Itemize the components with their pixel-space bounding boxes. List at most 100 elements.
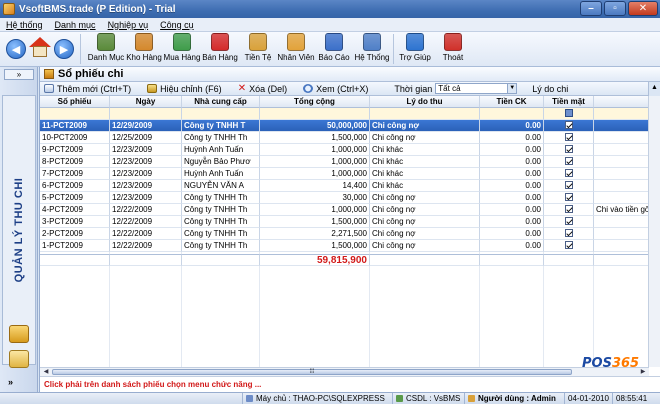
cell-date[interactable]: 12/25/2009 bbox=[110, 132, 182, 144]
cell-date[interactable]: 12/29/2009 bbox=[110, 120, 182, 132]
cell-total[interactable]: 1,500,000 bbox=[260, 240, 370, 252]
cell-voucher-no[interactable]: 4-PCT2009 bbox=[40, 204, 110, 216]
cell-cash[interactable] bbox=[544, 192, 594, 204]
filter-cell[interactable] bbox=[544, 108, 594, 120]
home-icon[interactable] bbox=[29, 37, 51, 59]
col-header-cash[interactable]: Tiền mặt bbox=[544, 96, 594, 108]
cash-checkbox[interactable] bbox=[564, 229, 573, 238]
cell-total[interactable]: 50,000,000 bbox=[260, 120, 370, 132]
col-header-total[interactable]: Tổng cộng bbox=[260, 96, 370, 108]
cell-supplier[interactable]: Nguyễn Bảo Phươ bbox=[182, 156, 260, 168]
cash-checkbox[interactable] bbox=[564, 205, 573, 214]
cell-total[interactable]: 30,000 bbox=[260, 192, 370, 204]
toolbar-button-report[interactable]: Báo Cáo bbox=[315, 32, 353, 66]
cell-cash[interactable] bbox=[544, 216, 594, 228]
cell-transfer[interactable]: 0.00 bbox=[480, 168, 544, 180]
sidebar-expand-button[interactable]: » bbox=[8, 377, 13, 387]
chevron-down-icon[interactable]: ▼ bbox=[507, 84, 517, 93]
cell-cash[interactable] bbox=[544, 228, 594, 240]
cell-note[interactable] bbox=[594, 144, 649, 156]
cell-note[interactable] bbox=[594, 120, 649, 132]
toolbar-button-help[interactable]: Trợ Giúp bbox=[396, 32, 434, 66]
new-button[interactable]: Thêm mới (Ctrl+T) bbox=[44, 84, 131, 94]
cell-transfer[interactable]: 0.00 bbox=[480, 216, 544, 228]
cell-date[interactable]: 12/23/2009 bbox=[110, 156, 182, 168]
toolbar-button-catalog[interactable]: Danh Mục bbox=[87, 32, 125, 66]
cell-note[interactable] bbox=[594, 228, 649, 240]
cell-supplier[interactable]: Huỳnh Anh Tuấn bbox=[182, 144, 260, 156]
cell-voucher-no[interactable]: 3-PCT2009 bbox=[40, 216, 110, 228]
cash-checkbox[interactable] bbox=[564, 241, 573, 250]
sidebar-toggle-button[interactable]: » bbox=[4, 69, 34, 80]
cell-voucher-no[interactable]: 8-PCT2009 bbox=[40, 156, 110, 168]
cell-supplier[interactable]: Công ty TNHH Th bbox=[182, 228, 260, 240]
cash-checkbox[interactable] bbox=[564, 145, 573, 154]
cell-reason[interactable]: Chi công nợ bbox=[370, 216, 480, 228]
menu-catalog[interactable]: Danh mục bbox=[55, 20, 96, 30]
col-header-date[interactable]: Ngày bbox=[110, 96, 182, 108]
cell-transfer[interactable]: 0.00 bbox=[480, 144, 544, 156]
cell-voucher-no[interactable]: 2-PCT2009 bbox=[40, 228, 110, 240]
scroll-up-arrow-icon[interactable]: ▲ bbox=[648, 82, 660, 96]
cell-note[interactable] bbox=[594, 240, 649, 252]
cell-cash[interactable] bbox=[544, 180, 594, 192]
close-button[interactable]: ✕ bbox=[628, 1, 658, 16]
back-arrow-icon[interactable]: ◀ bbox=[6, 39, 26, 59]
cell-cash[interactable] bbox=[544, 168, 594, 180]
cell-note[interactable] bbox=[594, 216, 649, 228]
scroll-left-arrow-icon[interactable]: ◀ bbox=[41, 368, 51, 376]
cash-checkbox[interactable] bbox=[564, 157, 573, 166]
cell-supplier[interactable]: Công ty TNHH Th bbox=[182, 216, 260, 228]
cell-cash[interactable] bbox=[544, 240, 594, 252]
view-button[interactable]: Xem (Ctrl+X) bbox=[303, 84, 368, 94]
cell-date[interactable]: 12/22/2009 bbox=[110, 216, 182, 228]
forward-arrow-icon[interactable]: ▶ bbox=[54, 39, 74, 59]
menu-system[interactable]: Hệ thống bbox=[6, 20, 43, 30]
table-row[interactable]: 1-PCT2009 12/22/2009 Công ty TNHH Th 1,500,… bbox=[40, 240, 649, 252]
cell-transfer[interactable]: 0.00 bbox=[480, 240, 544, 252]
cell-supplier[interactable]: Công ty TNHH Th bbox=[182, 204, 260, 216]
cell-supplier[interactable]: NGUYỄN VĂN A bbox=[182, 180, 260, 192]
filter-cell[interactable] bbox=[260, 108, 370, 120]
cell-reason[interactable]: Chi khác bbox=[370, 168, 480, 180]
cash-checkbox[interactable] bbox=[564, 169, 573, 178]
cash-checkbox[interactable] bbox=[564, 217, 573, 226]
toolbar-button-purchase[interactable]: Mua Hàng bbox=[163, 32, 201, 66]
cell-transfer[interactable]: 0.00 bbox=[480, 156, 544, 168]
cash-receipt-icon[interactable] bbox=[9, 325, 29, 343]
filter-cell[interactable] bbox=[594, 108, 649, 120]
cell-supplier[interactable]: Công ty TNHH Th bbox=[182, 192, 260, 204]
cell-note[interactable] bbox=[594, 192, 649, 204]
cell-date[interactable]: 12/22/2009 bbox=[110, 240, 182, 252]
cell-reason[interactable]: Chi khác bbox=[370, 144, 480, 156]
cell-reason[interactable]: Chi công nợ bbox=[370, 120, 480, 132]
toolbar-button-sales[interactable]: Bán Hàng bbox=[201, 32, 239, 66]
money-bag-icon[interactable] bbox=[9, 350, 29, 368]
cell-supplier[interactable]: Công ty TNHH Th bbox=[182, 132, 260, 144]
table-row[interactable]: 6-PCT2009 12/23/2009 NGUYỄN VĂN A 14,400 Chi… bbox=[40, 180, 649, 192]
menu-tools[interactable]: Công cụ bbox=[160, 20, 194, 30]
cell-note[interactable] bbox=[594, 168, 649, 180]
toolbar-button-system[interactable]: Hệ Thống bbox=[353, 32, 391, 66]
col-header-transfer[interactable]: Tiền CK bbox=[480, 96, 544, 108]
filter-cell[interactable] bbox=[480, 108, 544, 120]
cash-checkbox[interactable] bbox=[564, 193, 573, 202]
table-row[interactable]: 3-PCT2009 12/22/2009 Công ty TNHH Th 1,500,… bbox=[40, 216, 649, 228]
cell-voucher-no[interactable]: 9-PCT2009 bbox=[40, 144, 110, 156]
cell-cash[interactable] bbox=[544, 204, 594, 216]
cell-total[interactable]: 1,000,000 bbox=[260, 168, 370, 180]
filter-cell[interactable] bbox=[182, 108, 260, 120]
time-filter-select[interactable]: Tất cả ▼ bbox=[435, 83, 518, 94]
cell-note[interactable] bbox=[594, 180, 649, 192]
table-row[interactable]: 4-PCT2009 12/22/2009 Công ty TNHH Th 1,000,… bbox=[40, 204, 649, 216]
cell-supplier[interactable]: Huỳnh Anh Tuấn bbox=[182, 168, 260, 180]
filter-cell[interactable] bbox=[40, 108, 110, 120]
cell-date[interactable]: 12/23/2009 bbox=[110, 180, 182, 192]
filter-checkbox[interactable] bbox=[564, 109, 573, 118]
cash-checkbox[interactable] bbox=[564, 133, 573, 142]
filter-cell[interactable] bbox=[110, 108, 182, 120]
cell-note[interactable]: Chi vào tiền gố bbox=[594, 204, 649, 216]
cell-date[interactable]: 12/23/2009 bbox=[110, 144, 182, 156]
cell-transfer[interactable]: 0.00 bbox=[480, 228, 544, 240]
cell-reason[interactable]: Chi công nợ bbox=[370, 204, 480, 216]
